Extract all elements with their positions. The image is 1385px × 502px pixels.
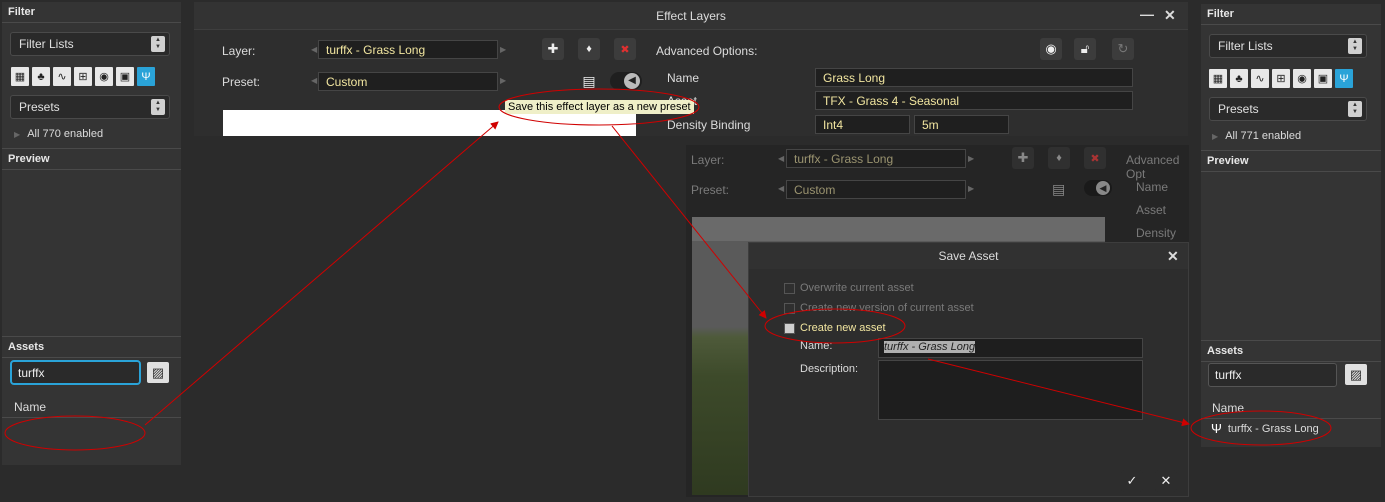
annotation-ellipse-right-item: [1190, 410, 1332, 446]
annotation-arrow-2: [611, 125, 767, 319]
annotation-ellipse-tooltip: [498, 88, 700, 126]
annotation-ellipse-new-asset: [764, 308, 906, 344]
annotation-ellipse-left-list: [4, 415, 146, 451]
annotation-arrow-1: [144, 121, 499, 426]
annotation-arrow-3: [927, 358, 1190, 427]
annotation-overlay: [4, 88, 1332, 451]
